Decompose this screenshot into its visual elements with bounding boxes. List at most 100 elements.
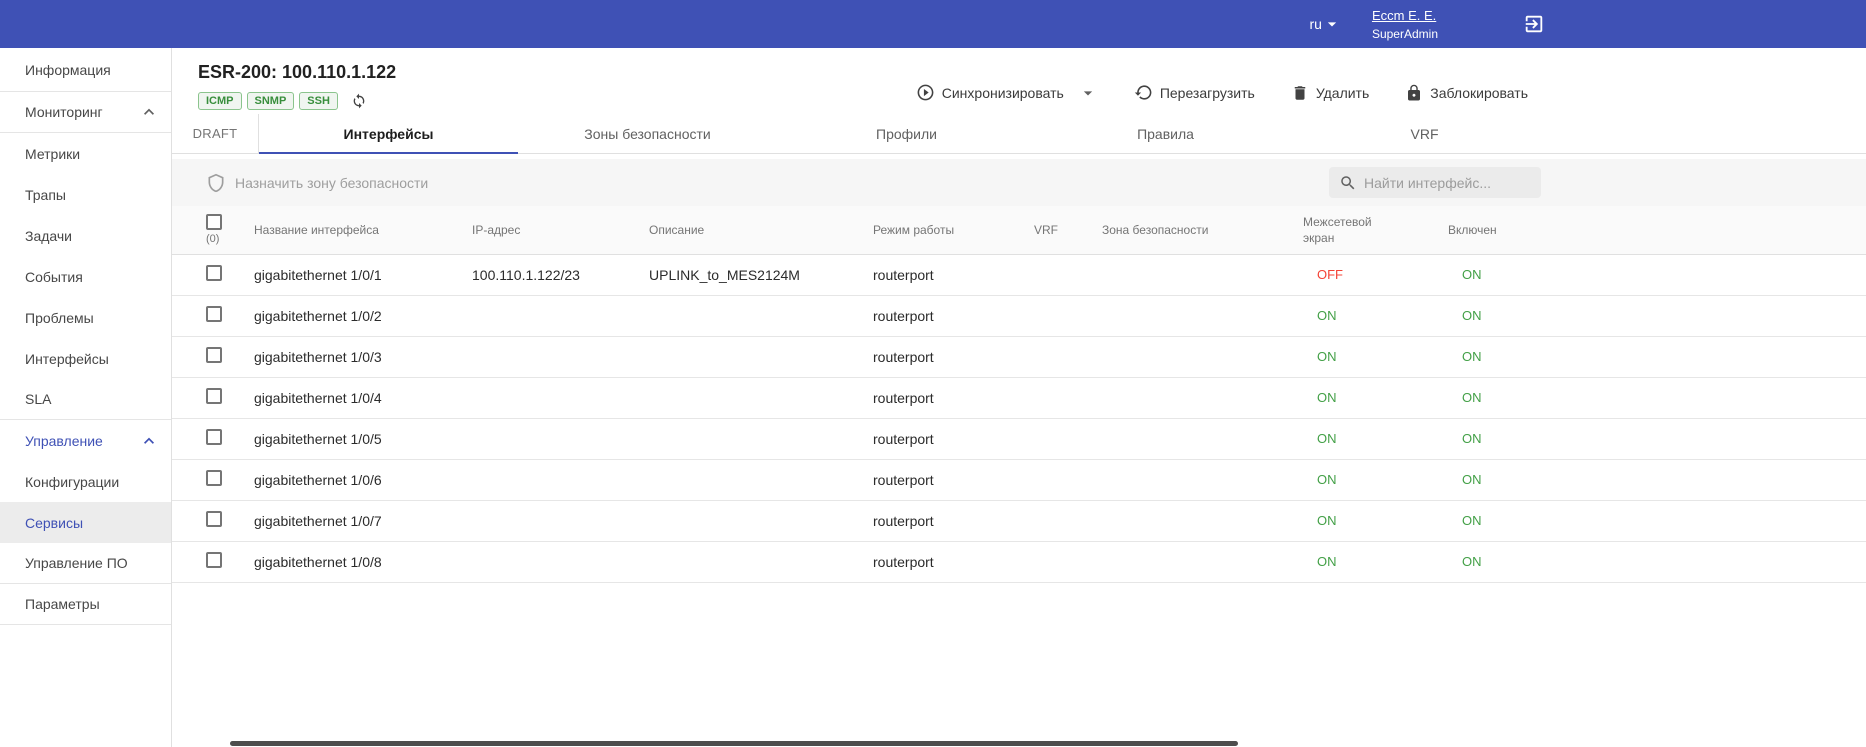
sidebar-item-tasks[interactable]: Задачи <box>0 215 171 256</box>
cell-description <box>649 336 873 377</box>
cell-mode: routerport <box>873 295 1034 336</box>
selected-count: (0) <box>206 233 219 245</box>
cell-description <box>649 295 873 336</box>
sidebar-item-metrics[interactable]: Метрики <box>0 133 171 174</box>
synchronize-button[interactable]: Синхронизировать <box>916 83 1064 102</box>
select-all-checkbox[interactable] <box>206 214 222 230</box>
tab-rules[interactable]: Правила <box>1036 114 1295 153</box>
row-checkbox-cell <box>172 459 254 500</box>
sidebar-item-services[interactable]: Сервисы <box>0 502 171 543</box>
row-checkbox-cell <box>172 295 254 336</box>
cell-mode: routerport <box>873 254 1034 295</box>
sidebar-group-management[interactable]: Управление <box>0 420 171 461</box>
main-content: ESR-200: 100.110.1.122 ICMP SNMP SSH <box>172 48 1866 747</box>
cell-enabled-status: ON <box>1448 336 1866 377</box>
table-row[interactable]: gigabitethernet 1/0/1 100.110.1.122/23 U… <box>172 254 1866 295</box>
cell-firewall-status: ON <box>1303 500 1448 541</box>
logout-button[interactable] <box>1520 10 1548 38</box>
sidebar-item-sla[interactable]: SLA <box>0 379 171 420</box>
cell-description <box>649 500 873 541</box>
sync-icon <box>351 93 367 109</box>
sidebar-item-information[interactable]: Информация <box>0 48 171 92</box>
sidebar-item-label: События <box>25 269 83 285</box>
cell-ip <box>472 377 649 418</box>
interfaces-table: (0) Название интерфейса IP-адрес Описани… <box>172 206 1866 583</box>
sidebar-group-monitoring[interactable]: Мониторинг <box>0 92 171 133</box>
cell-mode: routerport <box>873 336 1034 377</box>
cell-enabled-status: ON <box>1448 500 1866 541</box>
delete-label: Удалить <box>1316 85 1369 101</box>
sidebar-item-parameters[interactable]: Параметры <box>0 584 171 625</box>
table-row[interactable]: gigabitethernet 1/0/7 routerport ON ON <box>172 500 1866 541</box>
search-icon <box>1339 174 1357 192</box>
cell-firewall-status: ON <box>1303 541 1448 582</box>
restore-icon <box>1134 83 1153 102</box>
cell-zone <box>1102 418 1303 459</box>
cell-interface-name: gigabitethernet 1/0/1 <box>254 254 472 295</box>
sidebar-item-events[interactable]: События <box>0 256 171 297</box>
sidebar-item-interfaces[interactable]: Интерфейсы <box>0 338 171 379</box>
table-row[interactable]: gigabitethernet 1/0/6 routerport ON ON <box>172 459 1866 500</box>
badge-ssh: SSH <box>299 92 338 110</box>
sidebar-item-configurations[interactable]: Конфигурации <box>0 461 171 502</box>
reboot-label: Перезагрузить <box>1160 85 1255 101</box>
cell-ip: 100.110.1.122/23 <box>472 254 649 295</box>
row-checkbox-cell <box>172 500 254 541</box>
reboot-button[interactable]: Перезагрузить <box>1134 83 1255 102</box>
sidebar-item-label: Параметры <box>25 596 100 612</box>
block-button[interactable]: Заблокировать <box>1405 84 1528 102</box>
sidebar-item-label: Сервисы <box>25 515 83 531</box>
row-checkbox[interactable] <box>206 265 222 281</box>
table-row[interactable]: gigabitethernet 1/0/3 routerport ON ON <box>172 336 1866 377</box>
row-checkbox[interactable] <box>206 347 222 363</box>
sidebar-item-label: Информация <box>25 62 111 78</box>
delete-button[interactable]: Удалить <box>1291 84 1369 102</box>
tab-profiles[interactable]: Профили <box>777 114 1036 153</box>
language-selector[interactable]: ru <box>1310 14 1342 34</box>
cell-vrf <box>1034 500 1102 541</box>
refresh-status-button[interactable] <box>351 93 367 109</box>
sidebar-item-problems[interactable]: Проблемы <box>0 297 171 338</box>
cell-description <box>649 377 873 418</box>
sidebar-item-traps[interactable]: Трапы <box>0 174 171 215</box>
tab-security-zones[interactable]: Зоны безопасности <box>518 114 777 153</box>
user-name-link[interactable]: Eccm E. E. <box>1372 8 1438 23</box>
horizontal-scrollbar[interactable] <box>230 741 1238 746</box>
row-checkbox[interactable] <box>206 511 222 527</box>
cell-ip <box>472 295 649 336</box>
sidebar: Информация Мониторинг Метрики Трапы Зада… <box>0 48 172 747</box>
tab-draft[interactable]: DRAFT <box>172 114 259 153</box>
assign-security-zone-button[interactable]: Назначить зону безопасности <box>206 173 428 193</box>
tab-interfaces[interactable]: Интерфейсы <box>259 114 518 153</box>
cell-mode: routerport <box>873 377 1034 418</box>
cell-zone <box>1102 295 1303 336</box>
row-checkbox[interactable] <box>206 470 222 486</box>
row-checkbox[interactable] <box>206 388 222 404</box>
cell-ip <box>472 459 649 500</box>
synchronize-dropdown-button[interactable] <box>1078 83 1098 103</box>
badge-icmp: ICMP <box>198 92 242 110</box>
shield-icon <box>206 173 226 193</box>
table-row[interactable]: gigabitethernet 1/0/4 routerport ON ON <box>172 377 1866 418</box>
sidebar-item-software-management[interactable]: Управление ПО <box>0 543 171 584</box>
row-checkbox[interactable] <box>206 429 222 445</box>
cell-mode: routerport <box>873 500 1034 541</box>
cell-enabled-status: ON <box>1448 295 1866 336</box>
cell-zone <box>1102 377 1303 418</box>
sidebar-item-label: SLA <box>25 391 51 407</box>
search-input[interactable] <box>1364 175 1531 191</box>
table-row[interactable]: gigabitethernet 1/0/2 routerport ON ON <box>172 295 1866 336</box>
row-checkbox[interactable] <box>206 306 222 322</box>
row-checkbox[interactable] <box>206 552 222 568</box>
page-header: ESR-200: 100.110.1.122 ICMP SNMP SSH <box>172 48 1866 110</box>
tab-vrf[interactable]: VRF <box>1295 114 1554 153</box>
cell-firewall-status: ON <box>1303 377 1448 418</box>
table-row[interactable]: gigabitethernet 1/0/5 routerport ON ON <box>172 418 1866 459</box>
logout-icon <box>1523 13 1545 35</box>
cell-enabled-status: ON <box>1448 254 1866 295</box>
cell-vrf <box>1034 459 1102 500</box>
cell-vrf <box>1034 336 1102 377</box>
table-row[interactable]: gigabitethernet 1/0/8 routerport ON ON <box>172 541 1866 582</box>
row-checkbox-cell <box>172 336 254 377</box>
column-header-description: Описание <box>649 206 873 254</box>
